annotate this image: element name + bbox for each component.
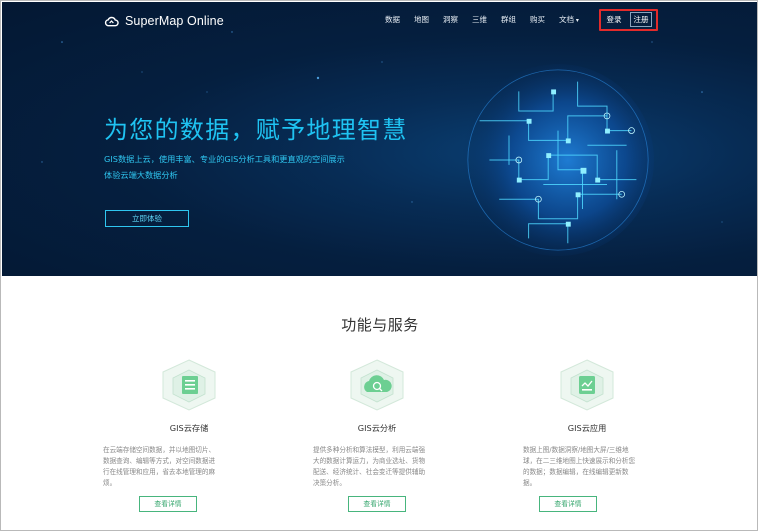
hero-banner: SuperMap Online 数据 地图 洞察 三维 群组 购买 文档 登录 … — [2, 2, 757, 276]
login-button[interactable]: 登录 — [604, 13, 624, 27]
brand-logo[interactable]: SuperMap Online — [104, 12, 224, 30]
desc-line: 大的数据计算运力，为商业选址、货物 — [313, 457, 426, 465]
card-title: GIS云分析 — [357, 423, 397, 433]
hero-subline-2: 体验云端大数据分析 — [104, 170, 178, 180]
desc-line: 配送、经济统计、社会变迁等提供辅助 — [313, 468, 426, 476]
hero-headline: 为您的数据，赋予地理智慧 — [104, 116, 408, 144]
try-now-button[interactable]: 立即体验 — [105, 210, 189, 227]
desc-line: 在云端存储空间数据，并以地图切片、 — [103, 446, 216, 454]
register-button[interactable]: 注册 — [630, 12, 652, 27]
desc-line: 决策分析。 — [313, 479, 346, 487]
card-title: GIS云应用 — [567, 423, 607, 433]
card-description: 在云端存储空间数据，并以地图切片、 数据查询、编辑等方式，对空间数据进 行在线管… — [103, 445, 215, 489]
desc-line: 行在线管理和应用，省去本地管理的麻 — [103, 468, 216, 476]
nav-item-data[interactable]: 数据 — [385, 13, 400, 27]
service-card-apps: GIS云应用 数据上图/数据洞察/地图大屏/三维地 球，在二三维地图上快速展示和… — [487, 356, 687, 516]
cloud-analysis-icon — [350, 359, 404, 411]
services-title: 功能与服务 — [341, 316, 419, 334]
details-button[interactable]: 查看详情 — [348, 496, 406, 512]
cloud-storage-icon — [162, 359, 216, 411]
service-card-analysis: GIS云分析 提供多种分析和算法模型，利用云端强 大的数据计算运力，为商业选址、… — [277, 356, 477, 516]
brand-name: SuperMap Online — [125, 14, 224, 28]
desc-line: 烦。 — [103, 479, 117, 487]
nav-item-3d[interactable]: 三维 — [472, 13, 487, 27]
desc-line: 的数据；数据编辑，在线编辑更新数 — [523, 468, 629, 476]
nav-item-purchase[interactable]: 购买 — [530, 13, 545, 27]
card-title: GIS云存储 — [169, 423, 209, 433]
details-button[interactable]: 查看详情 — [539, 496, 597, 512]
desc-line: 据。 — [523, 479, 537, 487]
desc-line: 提供多种分析和算法模型，利用云端强 — [313, 446, 426, 454]
card-description: 提供多种分析和算法模型，利用云端强 大的数据计算运力，为商业选址、货物 配送、经… — [313, 445, 425, 489]
card-description: 数据上图/数据洞察/地图大屏/三维地 球，在二三维地图上快速展示和分析您 的数据… — [523, 445, 635, 489]
cloud-app-icon — [560, 359, 614, 411]
browser-frame: SuperMap Online 数据 地图 洞察 三维 群组 购买 文档 登录 … — [0, 0, 758, 531]
nav-item-insights[interactable]: 洞察 — [443, 13, 458, 27]
data-globe-graphic — [461, 63, 655, 257]
service-card-storage: GIS云存储 在云端存储空间数据，并以地图切片、 数据查询、编辑等方式，对空间数… — [89, 356, 289, 516]
desc-line: 数据上图/数据洞察/地图大屏/三维地 — [523, 446, 629, 454]
desc-line: 球，在二三维地图上快速展示和分析您 — [523, 457, 636, 465]
nav-item-maps[interactable]: 地图 — [414, 13, 429, 27]
hero-subline-1: GIS数据上云，使用丰富、专业的GIS分析工具和更直观的空间展示 — [104, 154, 345, 164]
details-button[interactable]: 查看详情 — [139, 496, 197, 512]
nav-item-docs-dropdown[interactable]: 文档 — [559, 13, 579, 27]
top-nav: 数据 地图 洞察 三维 群组 购买 文档 — [385, 13, 593, 27]
cloud-logo-icon — [104, 16, 119, 26]
nav-item-groups[interactable]: 群组 — [501, 13, 516, 27]
desc-line: 数据查询、编辑等方式，对空间数据进 — [103, 457, 216, 465]
